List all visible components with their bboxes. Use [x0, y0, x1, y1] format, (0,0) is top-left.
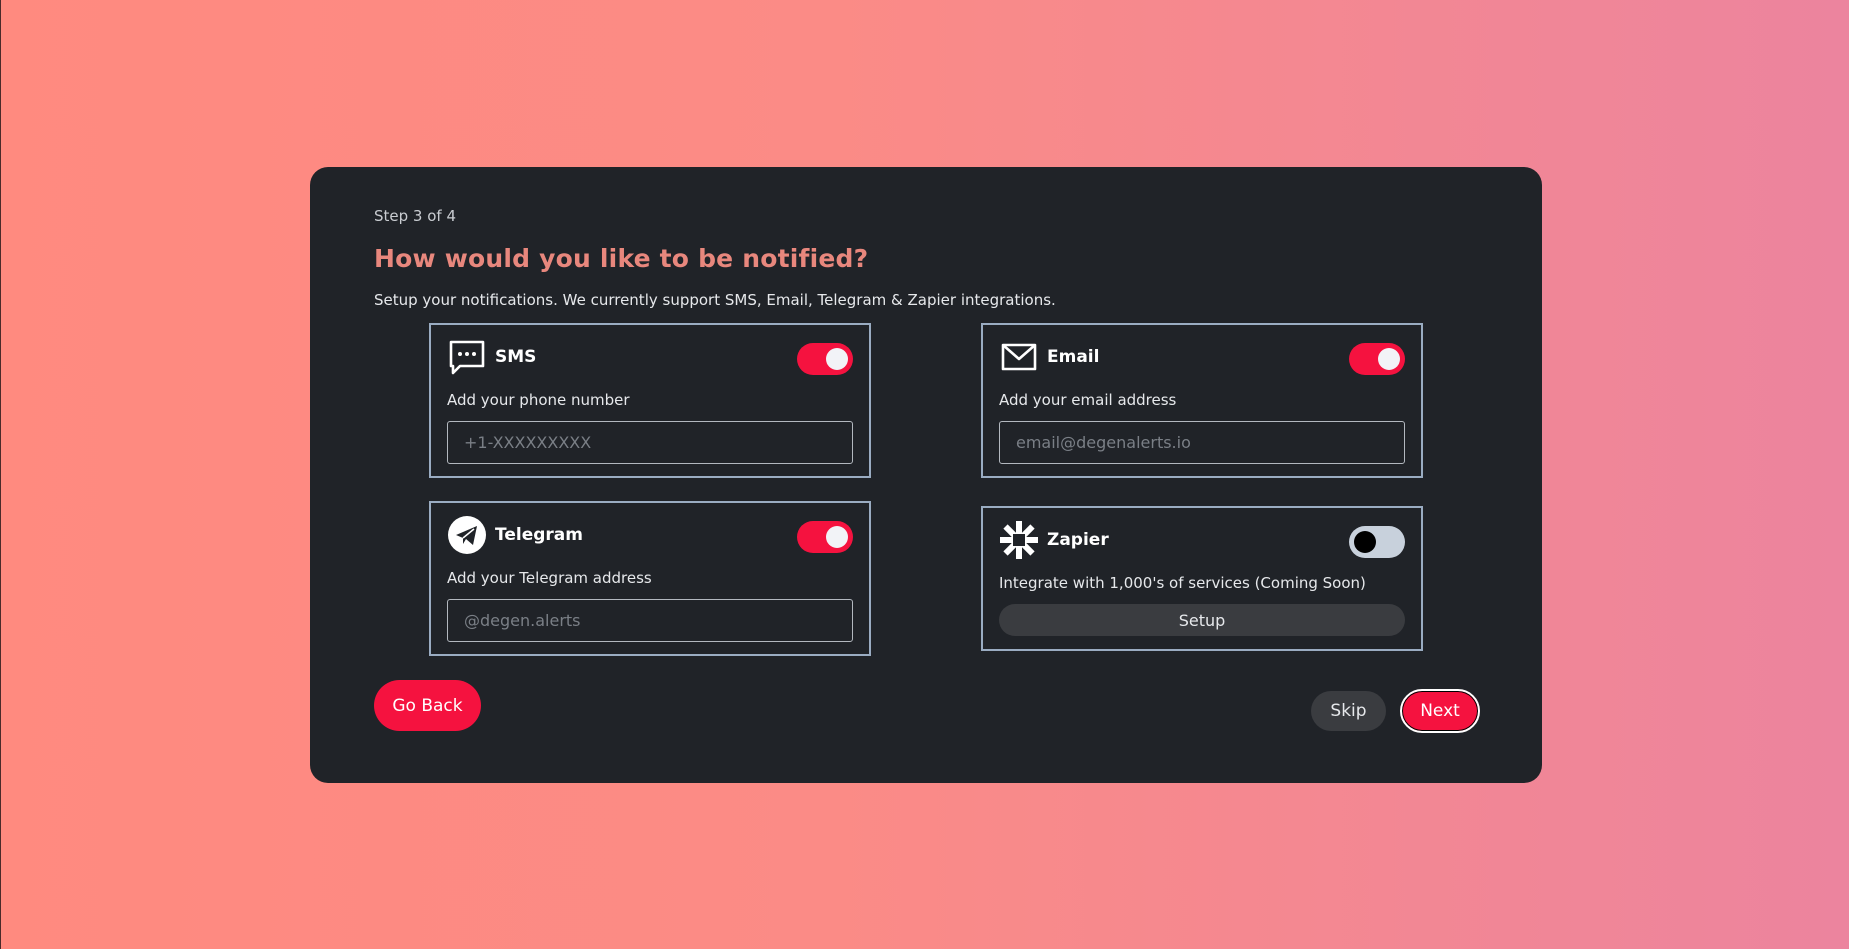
toggle-knob: [826, 348, 848, 370]
onboarding-card: Step 3 of 4 How would you like to be not…: [310, 167, 1542, 783]
email-field-label: Add your email address: [999, 391, 1177, 409]
sms-panel-header: SMS: [447, 339, 536, 375]
next-button[interactable]: Next: [1400, 689, 1480, 733]
email-panel-title: Email: [1047, 347, 1100, 367]
page-title: How would you like to be notified?: [374, 244, 869, 273]
telegram-field-label: Add your Telegram address: [447, 569, 652, 587]
zapier-description: Integrate with 1,000's of services (Comi…: [999, 574, 1366, 592]
sms-panel: SMS Add your phone number: [429, 323, 871, 478]
envelope-icon: [999, 337, 1039, 377]
telegram-panel: Telegram Add your Telegram address: [429, 501, 871, 656]
page-subtitle: Setup your notifications. We currently s…: [374, 291, 1056, 309]
telegram-panel-title: Telegram: [495, 525, 583, 545]
zapier-panel: Zapier Integrate with 1,000's of service…: [981, 506, 1423, 651]
phone-number-input[interactable]: [447, 421, 853, 464]
sms-panel-title: SMS: [495, 347, 537, 367]
chat-bubble-icon: [447, 337, 487, 377]
zapier-toggle[interactable]: [1349, 526, 1405, 558]
sms-field-label: Add your phone number: [447, 391, 630, 409]
zapier-panel-title: Zapier: [1047, 530, 1109, 550]
toggle-knob: [826, 526, 848, 548]
telegram-icon: [447, 515, 487, 555]
skip-button[interactable]: Skip: [1311, 691, 1386, 731]
zapier-asterisk-icon: [999, 520, 1039, 560]
zapier-setup-button[interactable]: Setup: [999, 604, 1405, 636]
sms-toggle[interactable]: [797, 343, 853, 375]
telegram-input[interactable]: [447, 599, 853, 642]
email-panel-header: Email: [999, 339, 1099, 375]
zapier-panel-header: Zapier: [999, 520, 1109, 560]
toggle-knob: [1378, 348, 1400, 370]
telegram-panel-header: Telegram: [447, 515, 583, 555]
email-input[interactable]: [999, 421, 1405, 464]
email-toggle[interactable]: [1349, 343, 1405, 375]
toggle-knob: [1354, 531, 1376, 553]
telegram-toggle[interactable]: [797, 521, 853, 553]
step-indicator: Step 3 of 4: [374, 207, 457, 225]
go-back-button[interactable]: Go Back: [374, 680, 481, 731]
email-panel: Email Add your email address: [981, 323, 1423, 478]
